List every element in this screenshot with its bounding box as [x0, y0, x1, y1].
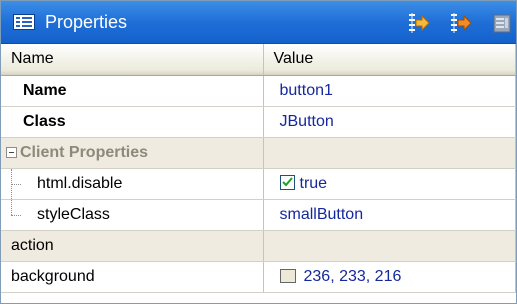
panel-title-bar: Properties: [1, 1, 516, 44]
property-row-class[interactable]: Class JButton: [1, 106, 516, 138]
true-checkbox[interactable]: [279, 174, 295, 190]
column-header-value[interactable]: Value: [263, 44, 516, 76]
property-value[interactable]: smallButton: [263, 199, 516, 231]
grid-header-row: Name Value: [1, 44, 516, 76]
property-value: 236, 233, 216: [303, 267, 402, 285]
panel-title: Properties: [45, 11, 128, 32]
property-name: styleClass: [37, 205, 110, 223]
property-value-cell[interactable]: true: [263, 168, 516, 200]
tree-branch: [11, 214, 21, 216]
properties-icon: [13, 14, 35, 30]
property-row-background[interactable]: background 236, 233, 216: [1, 261, 516, 293]
sort-category-icon[interactable]: [406, 10, 432, 36]
properties-panel: Properties Name Value Name button1 Class…: [0, 0, 517, 304]
color-swatch: [279, 268, 296, 283]
property-value[interactable]: [263, 230, 516, 262]
sort-alpha-icon[interactable]: [448, 10, 474, 36]
collapse-toggle-icon[interactable]: [6, 146, 17, 158]
property-row-name[interactable]: Name button1: [1, 75, 516, 107]
property-name-cell: html.disable: [1, 168, 264, 200]
property-row-html-disable[interactable]: html.disable true: [1, 168, 516, 200]
category-cell: Client Properties: [1, 137, 264, 169]
tree-branch: [11, 183, 21, 185]
tree-line: [11, 199, 12, 215]
property-value: true: [299, 174, 328, 192]
property-name-cell: styleClass: [1, 199, 264, 231]
property-value[interactable]: JButton: [263, 106, 516, 138]
property-grid: Name Value Name button1 Class JButton Cl…: [1, 44, 516, 293]
column-header-name[interactable]: Name: [1, 44, 264, 76]
property-name: background: [1, 261, 264, 293]
property-value-cell[interactable]: 236, 233, 216: [263, 261, 516, 293]
category-label: Client Properties: [20, 143, 149, 161]
property-name: Class: [1, 106, 264, 138]
property-name: html.disable: [37, 174, 123, 192]
help-panel-icon[interactable]: [490, 10, 516, 36]
property-row-style-class[interactable]: styleClass smallButton: [1, 199, 516, 231]
panel-toolbar: [406, 1, 516, 44]
property-row-action[interactable]: action: [1, 230, 516, 262]
property-value[interactable]: button1: [263, 75, 516, 107]
property-name: action: [1, 230, 264, 262]
category-value-cell: [263, 137, 516, 169]
category-row-client-properties[interactable]: Client Properties: [1, 137, 516, 169]
property-name: Name: [1, 75, 264, 107]
